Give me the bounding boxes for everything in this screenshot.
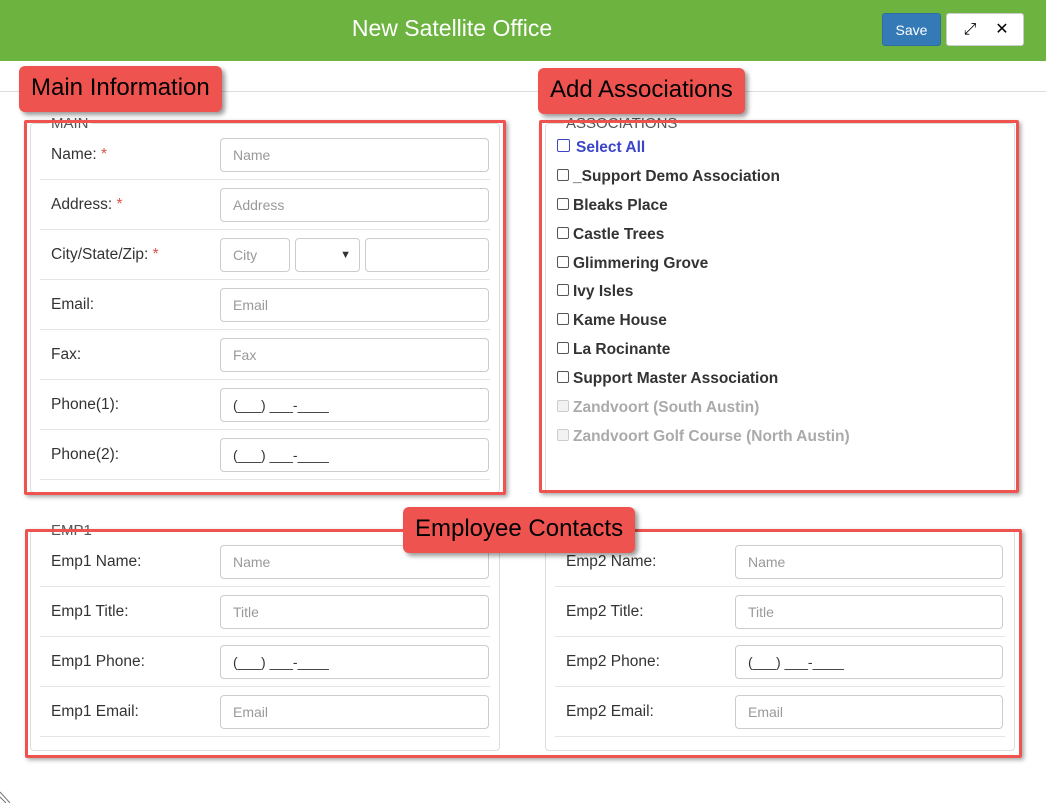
window-controls: ⤢ ✕ [946, 13, 1024, 46]
main-information-callout: Main Information [19, 66, 222, 112]
associations-highlight [539, 120, 1019, 493]
dialog-title: New Satellite Office [351, 15, 553, 41]
dialog-header: New Satellite Office Save ⤢ ✕ [0, 0, 1046, 61]
main-information-highlight [24, 120, 506, 495]
add-associations-callout: Add Associations [538, 68, 745, 114]
close-icon[interactable]: ✕ [991, 20, 1013, 40]
resize-grip-icon [0, 791, 11, 803]
employee-contacts-highlight [25, 529, 1022, 758]
save-button[interactable]: Save [882, 13, 941, 46]
employee-contacts-callout: Employee Contacts [403, 507, 636, 553]
expand-icon[interactable]: ⤢ [959, 20, 981, 40]
